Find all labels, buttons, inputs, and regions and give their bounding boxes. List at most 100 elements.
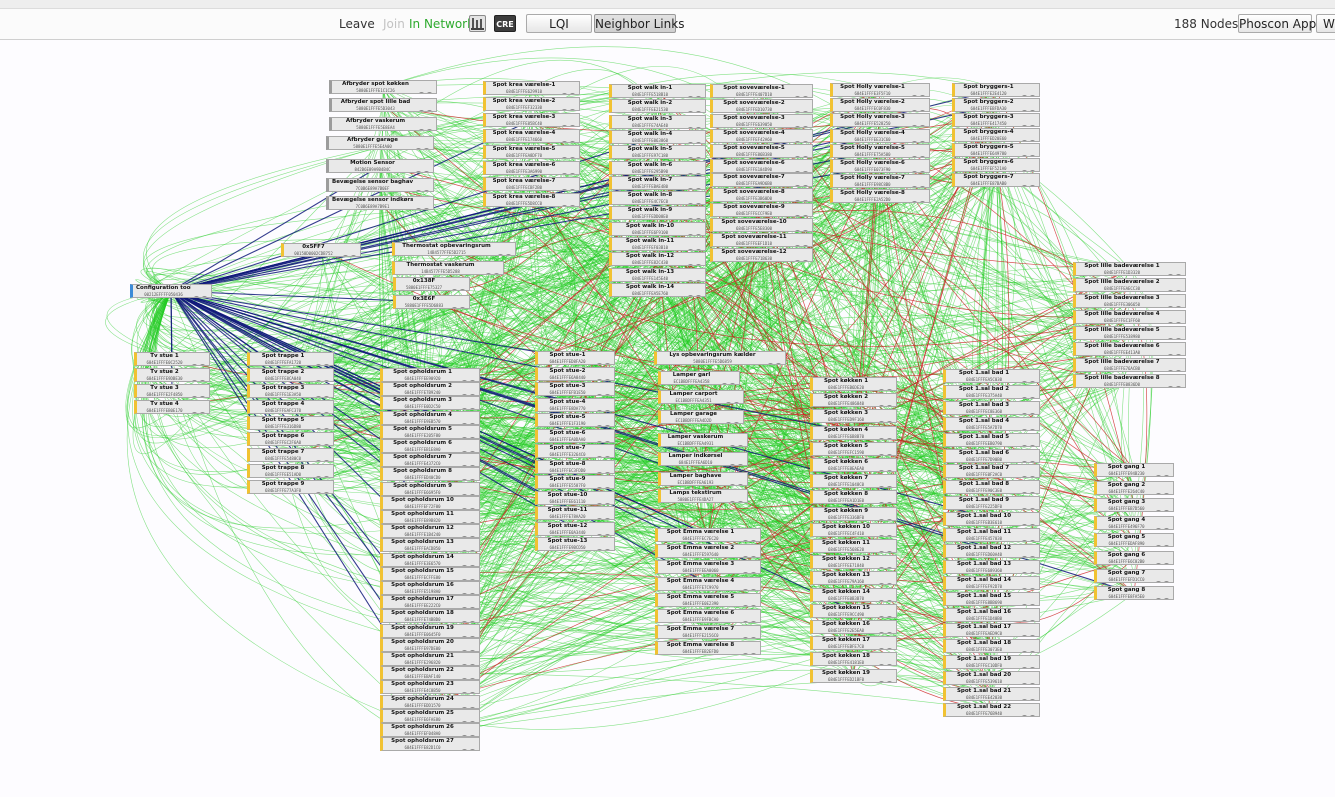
leave-button[interactable]: Leave	[339, 9, 375, 39]
port-circle-icon[interactable]	[459, 307, 466, 308]
node-ports[interactable]	[595, 541, 612, 550]
node-spot-stue-1[interactable]: Spot stue-1 684E1FFFED8FA20	[535, 351, 615, 365]
node-spot-emma-v-relse-6[interactable]: Spot Emma værelse 6 684E1FFFE9FBCA0	[655, 609, 761, 623]
node-spot-1-sal-bad-3[interactable]: Spot 1.sal bad 3 684E1FFFEC8E360	[943, 400, 1040, 415]
node-spot-trappe-4[interactable]: Spot trappe 4 684E1FFFEAFC370	[247, 400, 334, 414]
port-circle-icon[interactable]	[886, 615, 893, 617]
node-ports[interactable]	[1020, 691, 1037, 700]
node-ports[interactable]	[1154, 467, 1171, 476]
node-spot-holly-v-relse-4[interactable]: Spot Holly værelse-4 684E1FFFEE31C60	[830, 128, 930, 143]
port-circle-icon[interactable]	[886, 632, 893, 633]
port-circle-icon[interactable]	[742, 653, 749, 655]
node-ports[interactable]	[910, 87, 927, 96]
node-ports[interactable]	[190, 388, 207, 397]
node-ports[interactable]	[1166, 362, 1183, 371]
node-ports[interactable]	[741, 532, 758, 541]
node-ports[interactable]	[595, 448, 612, 457]
node-ports[interactable]	[460, 585, 477, 594]
node-spot-gang-8[interactable]: Spot gang 8 684E1FFFE8FA5E0	[1094, 586, 1174, 601]
node-spot-opholdsrum-6[interactable]: Spot opholdsrum 6 684E1FFFEB1E8A0	[380, 439, 480, 453]
port-circle-icon[interactable]	[886, 664, 893, 666]
node-spot-opholdsrum-23[interactable]: Spot opholdsrum 23 684E1FFFE4C8B50	[380, 680, 480, 695]
node-ports[interactable]	[877, 494, 894, 504]
node-ports[interactable]	[314, 404, 331, 413]
node-ports[interactable]	[460, 372, 477, 381]
port-circle-icon[interactable]	[802, 245, 809, 246]
node-ports[interactable]	[414, 182, 431, 191]
port-circle-icon[interactable]	[1029, 170, 1036, 171]
node-ports[interactable]	[460, 429, 477, 438]
node-spot-bryggers-2[interactable]: Spot bryggers-2 684E1FFFEBFDA30	[952, 98, 1040, 112]
port-circle-icon[interactable]	[911, 171, 918, 172]
node-lamper-carport[interactable]: Lamper carport EC1BBDFFFEA4351	[658, 390, 744, 404]
port-circle-icon[interactable]	[1029, 587, 1036, 589]
node-ports[interactable]	[1020, 177, 1037, 186]
port-circle-icon[interactable]	[750, 588, 757, 590]
port-circle-icon[interactable]	[802, 155, 809, 157]
port-circle-icon[interactable]	[911, 186, 918, 188]
node-ports[interactable]	[1020, 117, 1037, 126]
node-ports[interactable]	[595, 371, 612, 380]
port-circle-icon[interactable]	[323, 364, 330, 365]
port-circle-icon[interactable]	[742, 604, 749, 606]
port-circle-icon[interactable]	[1021, 460, 1028, 462]
port-circle-icon[interactable]	[695, 126, 702, 128]
port-circle-icon[interactable]	[911, 125, 918, 127]
port-circle-icon[interactable]	[911, 95, 918, 96]
node-ports[interactable]	[877, 575, 894, 585]
node-spot-holly-v-relse-3[interactable]: Spot Holly værelse-3 684E1FFFE528250	[830, 113, 930, 128]
port-circle-icon[interactable]	[1175, 306, 1182, 307]
port-circle-icon[interactable]	[737, 464, 744, 465]
node-ports[interactable]	[728, 437, 745, 446]
node-spot-trappe-6[interactable]: Spot trappe 6 684E1FFFEC2F6A0	[247, 432, 334, 446]
node-spot-walk-in-1[interactable]: Spot walk in-1 684E1FFFE518B10	[609, 84, 706, 98]
node-ports[interactable]	[1020, 707, 1037, 716]
node-spot-k-kken-4[interactable]: Spot køkken 4 684E1FFFE6B8B70	[810, 425, 897, 440]
node-spot-trappe-3[interactable]: Spot trappe 3 684E1FFFE1E3A50	[247, 384, 334, 398]
node-spot-emma-v-relse-8[interactable]: Spot Emma værelse 8 684E1FFFEB2EFD0	[655, 641, 761, 656]
port-circle-icon[interactable]	[1163, 598, 1170, 600]
node-spot-stue-9[interactable]: Spot stue-9 684E1FFFE5587F0	[535, 475, 615, 489]
node-ports[interactable]	[877, 608, 894, 617]
node-tv-stue-1[interactable]: Tv stue 1 684E1FFFE0C2520	[134, 352, 210, 366]
node-ports[interactable]	[460, 656, 477, 665]
node-ports[interactable]	[192, 288, 209, 297]
port-circle-icon[interactable]	[1021, 635, 1028, 637]
node-spot-krea-v-relse-1[interactable]: Spot krea værelse-1 684E1FFFE629910	[483, 81, 580, 95]
port-circle-icon[interactable]	[687, 203, 694, 205]
node-ports[interactable]	[460, 613, 477, 623]
port-circle-icon[interactable]	[878, 664, 885, 666]
port-circle-icon[interactable]	[802, 170, 809, 172]
node-ports[interactable]	[460, 699, 477, 708]
port-circle-icon[interactable]	[1029, 381, 1036, 382]
node-ports[interactable]	[686, 180, 703, 189]
port-circle-icon[interactable]	[596, 409, 603, 411]
node-spot-trappe-5[interactable]: Spot trappe 5 684E1FFFE316D80	[247, 416, 334, 430]
node-spot-sovev-relse-6[interactable]: Spot soveværelse-6 684E1FFFE184D90	[710, 158, 813, 173]
node-spot-sovev-relse-10[interactable]: Spot soveværelse-10 684E1FFFE5E8300	[710, 218, 813, 233]
port-circle-icon[interactable]	[802, 200, 809, 202]
port-circle-icon[interactable]	[767, 363, 774, 364]
port-circle-icon[interactable]	[687, 264, 694, 266]
port-circle-icon[interactable]	[342, 255, 349, 256]
node-node-0x138f[interactable]: 0x138F 5880E1FFFE75327	[393, 277, 470, 291]
node-spot-walk-in-8[interactable]: Spot walk in-8 684E1FFFE4C7EC0	[609, 191, 706, 206]
node-ports[interactable]	[686, 88, 703, 97]
port-circle-icon[interactable]	[878, 470, 885, 471]
port-circle-icon[interactable]	[1021, 619, 1028, 621]
port-circle-icon[interactable]	[886, 567, 893, 569]
port-circle-icon[interactable]	[315, 380, 322, 381]
port-circle-icon[interactable]	[199, 412, 206, 413]
node-spot-opholdsrum-17[interactable]: Spot opholdsrum 17 684E1FFFEE222C0	[380, 595, 480, 610]
port-circle-icon[interactable]	[733, 422, 740, 423]
port-circle-icon[interactable]	[878, 389, 885, 390]
node-spot-gang-2[interactable]: Spot gang 2 684E1FFFE264C40	[1094, 480, 1174, 495]
node-ports[interactable]	[1020, 405, 1037, 414]
port-circle-icon[interactable]	[1029, 508, 1036, 510]
node-ports[interactable]	[877, 640, 894, 650]
node-spot-opholdsrum-12[interactable]: Spot opholdsrum 12 684E1FFFE1B4240	[380, 524, 480, 539]
port-circle-icon[interactable]	[1021, 381, 1028, 382]
phoscon-app-button[interactable]: Phoscon App	[1238, 14, 1316, 33]
node-bevaegelse-indkorsel[interactable]: Bevægelse sensor indkørsel 7C0B6E89A7B9E1	[326, 196, 434, 210]
port-circle-icon[interactable]	[1021, 95, 1028, 96]
